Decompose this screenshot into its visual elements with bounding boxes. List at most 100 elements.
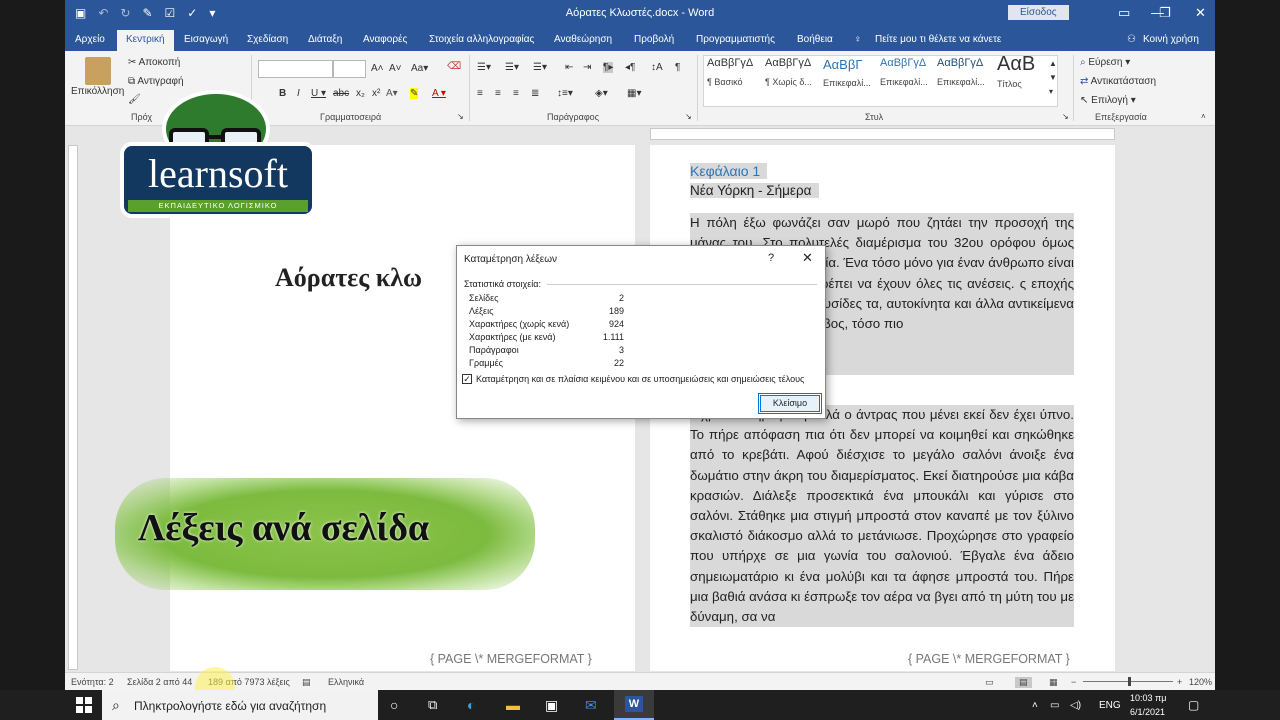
borders-icon[interactable]: ▦▾ bbox=[627, 88, 641, 99]
clear-format-icon[interactable]: ⌫ bbox=[447, 61, 461, 72]
tray-overflow-icon[interactable]: ˄ bbox=[1032, 700, 1038, 711]
numbering-icon[interactable]: ☰▾ bbox=[505, 62, 519, 73]
print-layout-icon[interactable]: ▤ bbox=[1015, 677, 1032, 688]
input-language[interactable]: ENG bbox=[1099, 700, 1121, 711]
superscript-icon[interactable]: x² bbox=[372, 88, 380, 99]
horizontal-ruler[interactable] bbox=[650, 128, 1115, 140]
shrink-font-icon[interactable]: A˅ bbox=[389, 63, 402, 74]
clock-date[interactable]: 6/1/2021 bbox=[1130, 707, 1165, 717]
font-size-box[interactable] bbox=[333, 60, 366, 78]
tab-review[interactable]: Αναθεώρηση bbox=[554, 34, 612, 45]
styles-more-icon[interactable]: ▾ bbox=[1049, 87, 1053, 96]
tab-home[interactable]: Κεντρική bbox=[117, 30, 174, 51]
collapse-ribbon-icon[interactable]: ˄ bbox=[1201, 112, 1206, 121]
network-icon[interactable]: ▭ bbox=[1050, 700, 1059, 711]
zoom-in-icon[interactable]: + bbox=[1177, 677, 1182, 687]
taskbar-search[interactable]: ⌕ Πληκτρολογήστε εδώ για αναζήτηση bbox=[102, 690, 378, 720]
tab-mailings[interactable]: Στοιχεία αλληλογραφίας bbox=[429, 34, 534, 45]
tab-file[interactable]: Αρχείο bbox=[75, 34, 105, 45]
replace-button[interactable]: ⇄ Αντικατάσταση bbox=[1080, 76, 1156, 87]
tab-help[interactable]: Βοήθεια bbox=[797, 34, 833, 45]
increase-indent-icon[interactable]: ⇥ bbox=[583, 62, 591, 73]
cut-button[interactable]: ✂ Αποκοπή bbox=[128, 57, 180, 68]
mail-icon[interactable]: ✉ bbox=[585, 697, 601, 713]
multilevel-list-icon[interactable]: ☰▾ bbox=[533, 62, 547, 73]
zoom-level[interactable]: 120% bbox=[1189, 677, 1212, 687]
volume-icon[interactable]: ◁) bbox=[1070, 700, 1081, 711]
share-button[interactable]: Κοινή χρήση bbox=[1143, 34, 1199, 45]
justify-icon[interactable]: ≣ bbox=[531, 88, 539, 99]
tab-design[interactable]: Σχεδίαση bbox=[247, 34, 288, 45]
font-color-icon[interactable]: A ▾ bbox=[432, 88, 446, 99]
show-marks-icon[interactable]: ¶ bbox=[675, 62, 680, 73]
tab-insert[interactable]: Εισαγωγή bbox=[184, 34, 228, 45]
cortana-icon[interactable]: ○ bbox=[390, 697, 406, 713]
include-textboxes-checkbox[interactable]: ✓ bbox=[462, 374, 472, 384]
align-right-icon[interactable]: ≡ bbox=[513, 88, 519, 99]
grow-font-icon[interactable]: A˄ bbox=[371, 63, 384, 74]
include-textboxes-checkbox-row[interactable]: ✓ Καταμέτρηση και σε πλαίσια κειμένου κα… bbox=[462, 374, 804, 384]
file-explorer-icon[interactable]: ▬ bbox=[506, 697, 522, 713]
close-button[interactable]: Κλείσιμο bbox=[758, 393, 822, 414]
tab-view[interactable]: Προβολή bbox=[634, 34, 674, 45]
style-heading-2[interactable]: ΑαΒβΓγΔ Επικεφαλί... bbox=[880, 57, 935, 103]
proofing-icon[interactable]: ▤ bbox=[302, 677, 311, 688]
align-center-icon[interactable]: ≡ bbox=[495, 88, 501, 99]
decrease-indent-icon[interactable]: ⇤ bbox=[565, 62, 573, 73]
tab-developer[interactable]: Προγραμματιστής bbox=[696, 34, 775, 45]
zoom-slider-thumb[interactable] bbox=[1128, 677, 1131, 686]
select-button[interactable]: ↖ Επιλογή ▾ bbox=[1080, 95, 1136, 106]
highlight-icon[interactable]: ✎ bbox=[410, 88, 419, 99]
store-icon[interactable]: ▣ bbox=[545, 697, 561, 713]
subscript-icon[interactable]: x₂ bbox=[356, 88, 365, 99]
web-layout-icon[interactable]: ▦ bbox=[1049, 677, 1058, 688]
notifications-icon[interactable]: ▢ bbox=[1188, 698, 1199, 712]
clock-time[interactable]: 10:03 πμ bbox=[1130, 693, 1166, 703]
font-name-box[interactable] bbox=[258, 60, 333, 78]
search-icon: ⌕ bbox=[112, 697, 120, 713]
style-normal[interactable]: ΑαΒβΓγΔ ¶ Βασικό bbox=[707, 57, 762, 103]
find-button[interactable]: ⌕ Εύρεση ▾ bbox=[1080, 57, 1130, 68]
restore-icon[interactable]: ❐ bbox=[1159, 5, 1171, 21]
ltr-icon[interactable]: ¶▸ bbox=[603, 62, 614, 73]
paste-icon[interactable] bbox=[85, 57, 111, 85]
tab-references[interactable]: Αναφορές bbox=[363, 34, 407, 45]
styles-scroll-up-icon[interactable]: ▲ bbox=[1049, 59, 1057, 68]
shading-icon[interactable]: ◈▾ bbox=[595, 88, 608, 99]
edge-icon[interactable]: ◐ bbox=[467, 697, 483, 713]
dialog-close-icon[interactable]: ✕ bbox=[802, 250, 813, 266]
vertical-ruler[interactable] bbox=[68, 145, 78, 670]
line-spacing-icon[interactable]: ↕≡▾ bbox=[557, 88, 573, 99]
paragraph-dialog-launcher-icon[interactable]: ↘ bbox=[685, 112, 692, 121]
text-effects-icon[interactable]: A▾ bbox=[386, 88, 398, 99]
rtl-icon[interactable]: ◂¶ bbox=[625, 62, 635, 73]
zoom-out-icon[interactable]: − bbox=[1071, 677, 1076, 687]
strikethrough-icon[interactable]: abc bbox=[333, 88, 349, 99]
status-page[interactable]: Σελίδα 2 από 44 bbox=[127, 677, 192, 687]
close-window-icon[interactable]: ✕ bbox=[1195, 5, 1206, 21]
styles-scroll-down-icon[interactable]: ▼ bbox=[1049, 73, 1057, 82]
help-button[interactable]: ? bbox=[768, 252, 774, 264]
ribbon-display-icon[interactable]: ▭ bbox=[1118, 5, 1130, 21]
tell-me-box[interactable]: Πείτε μου τι θέλετε να κάνετε bbox=[875, 34, 1001, 45]
read-mode-icon[interactable]: ▭ bbox=[985, 677, 994, 688]
tab-layout[interactable]: Διάταξη bbox=[308, 34, 342, 45]
change-case-icon[interactable]: Aa▾ bbox=[411, 63, 428, 74]
styles-dialog-launcher-icon[interactable]: ↘ bbox=[1062, 112, 1069, 121]
signin-button[interactable]: Είσοδος bbox=[1008, 5, 1069, 20]
style-heading-3[interactable]: ΑαΒβΓγΔ Επικεφαλί... bbox=[937, 57, 992, 103]
align-left-icon[interactable]: ≡ bbox=[477, 88, 483, 99]
status-section[interactable]: Ενότητα: 2 bbox=[71, 677, 114, 687]
style-title[interactable]: ΑαΒ Τίτλος bbox=[997, 53, 1052, 103]
bullets-icon[interactable]: ☰▾ bbox=[477, 62, 491, 73]
windows-start-icon[interactable] bbox=[76, 697, 92, 713]
status-language[interactable]: Ελληνικά bbox=[328, 677, 364, 687]
paste-button[interactable]: Επικόλληση bbox=[71, 86, 124, 97]
style-heading-1[interactable]: ΑαΒβΓ Επικεφαλί... bbox=[823, 57, 878, 103]
word-taskbar-button[interactable]: W bbox=[614, 690, 654, 720]
font-dialog-launcher-icon[interactable]: ↘ bbox=[457, 112, 464, 121]
style-no-spacing[interactable]: ΑαΒβΓγΔ ¶ Χωρίς δ... bbox=[765, 57, 820, 103]
task-view-icon[interactable]: ⧉ bbox=[428, 697, 444, 713]
sort-icon[interactable]: ↕A bbox=[651, 62, 663, 73]
copy-button[interactable]: ⧉ Αντιγραφή bbox=[128, 76, 184, 87]
